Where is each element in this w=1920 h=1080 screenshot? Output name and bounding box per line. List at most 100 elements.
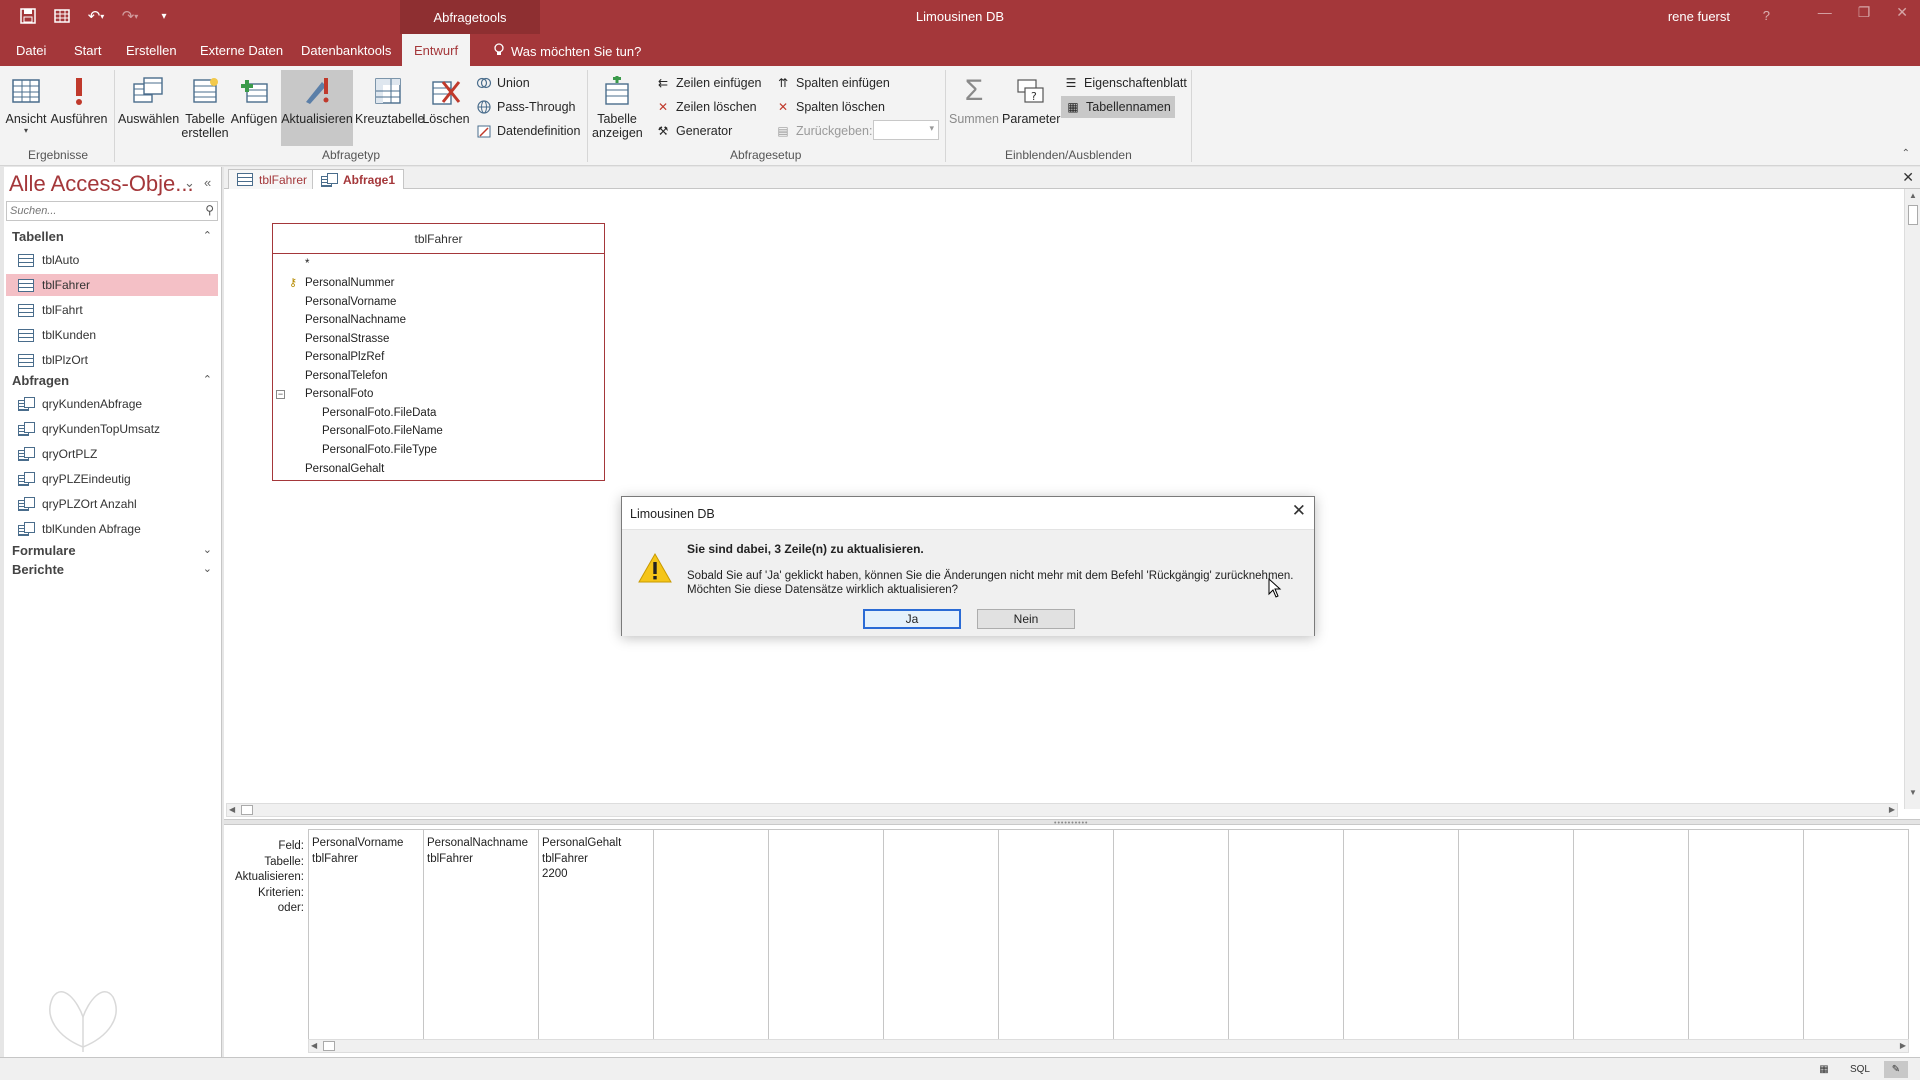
scroll-up-icon[interactable]: ▲ <box>1909 191 1917 200</box>
nav-group-tabellen[interactable]: Tabellen ⌃ <box>12 229 212 244</box>
grid-column-empty[interactable] <box>999 830 1114 1040</box>
field-personalnummer[interactable]: PersonalNummer <box>305 277 394 289</box>
redo-icon[interactable]: ↷ ▾ <box>120 6 140 26</box>
search-icon[interactable]: ⚲ <box>205 203 214 217</box>
undo-icon[interactable]: ↶ ▾ <box>86 6 106 26</box>
ja-button[interactable]: Ja <box>863 609 961 629</box>
datasheet-view-icon[interactable]: ▦ <box>1812 1061 1836 1078</box>
grid-horizontal-scrollbar[interactable]: ◀ ▶ <box>308 1039 1909 1053</box>
nav-menu-chevron-icon[interactable]: ⌄ <box>184 175 195 191</box>
scroll-right-icon[interactable]: ▶ <box>1889 805 1895 814</box>
generator-button[interactable]: ⚒ Generator <box>655 123 733 139</box>
eigenschaftenblatt-button[interactable]: ☰ Eigenschaftenblatt <box>1063 75 1187 91</box>
pass-through-button[interactable]: Pass-Through <box>476 99 576 115</box>
restore-icon[interactable]: ❐ <box>1858 4 1871 21</box>
grid-column-empty[interactable] <box>769 830 884 1040</box>
nav-item-tblfahrt[interactable]: tblFahrt <box>6 299 218 321</box>
auswaehlen-button[interactable]: Auswählen <box>118 74 179 126</box>
scroll-left-icon[interactable]: ◀ <box>229 805 235 814</box>
tab-entwurf[interactable]: Entwurf <box>402 34 471 66</box>
upper-vertical-scrollbar[interactable]: ▲ ▼ <box>1904 189 1920 809</box>
aktualisieren-button[interactable]: Aktualisieren <box>281 70 353 146</box>
grid-cell-aktualisieren[interactable]: 2200 <box>539 867 653 883</box>
tab-start[interactable]: Start <box>62 34 113 66</box>
nav-item-qryortplz[interactable]: qryOrtPLZ <box>6 443 218 465</box>
zurueckgeben-combo[interactable] <box>873 120 939 140</box>
tabelle-erstellen-button[interactable]: Tabelle erstellen <box>180 74 230 140</box>
scroll-thumb[interactable] <box>1908 205 1918 225</box>
grid-cell-feld[interactable]: PersonalVorname <box>309 836 423 852</box>
doc-tab-abfrage1[interactable]: Abfrage1 <box>312 169 405 189</box>
upper-horizontal-scrollbar[interactable]: ◀ ▶ <box>226 803 1898 817</box>
field-personalfoto-filename[interactable]: PersonalFoto.FileName <box>322 425 443 437</box>
field-asterisk[interactable]: * <box>305 258 309 270</box>
union-button[interactable]: Union <box>476 75 530 91</box>
grid-column-empty[interactable] <box>1804 830 1904 1040</box>
datendefinition-button[interactable]: Datendefinition <box>476 123 580 139</box>
grid-column[interactable]: PersonalNachname tblFahrer <box>424 830 539 1040</box>
grid-cell-tabelle[interactable]: tblFahrer <box>539 852 653 868</box>
grid-cell-tabelle[interactable]: tblFahrer <box>309 852 423 868</box>
field-personalplzref[interactable]: PersonalPlzRef <box>305 351 384 363</box>
grid-cell-tabelle[interactable]: tblFahrer <box>424 852 538 868</box>
parameter-button[interactable]: ? Parameter <box>1002 74 1060 126</box>
nein-button[interactable]: Nein <box>977 609 1075 629</box>
zeilen-loeschen-button[interactable]: ✕ Zeilen löschen <box>655 99 757 115</box>
field-personalfoto-filedata[interactable]: PersonalFoto.FileData <box>322 407 436 419</box>
scroll-thumb[interactable] <box>241 805 253 815</box>
grid-column-empty[interactable] <box>654 830 769 1040</box>
ansicht-button[interactable]: Ansicht ▾ <box>4 74 48 135</box>
close-document-icon[interactable]: ✕ <box>1902 169 1914 186</box>
field-personalnachname[interactable]: PersonalNachname <box>305 314 406 326</box>
scroll-down-icon[interactable]: ▼ <box>1909 788 1917 797</box>
anfuegen-button[interactable]: Anfügen <box>230 74 278 126</box>
zeilen-einfuegen-button[interactable]: ⇇ Zeilen einfügen <box>655 75 762 91</box>
field-personaltelefon[interactable]: PersonalTelefon <box>305 370 387 382</box>
tab-erstellen[interactable]: Erstellen <box>114 34 189 66</box>
nav-search-input[interactable] <box>7 202 187 220</box>
nav-item-tblauto[interactable]: tblAuto <box>6 249 218 271</box>
summen-button[interactable]: Σ Summen <box>948 74 1000 126</box>
nav-collapse-icon[interactable]: « <box>204 175 211 190</box>
scroll-left-icon[interactable]: ◀ <box>311 1041 317 1050</box>
grid-column-empty[interactable] <box>1459 830 1574 1040</box>
grid-cell-aktualisieren[interactable] <box>309 867 423 883</box>
user-name[interactable]: rene fuerst <box>1668 9 1730 24</box>
nav-item-qrykundenabfrage[interactable]: qryKundenAbfrage <box>6 393 218 415</box>
close-window-icon[interactable]: ✕ <box>1896 4 1908 21</box>
customize-qat-icon[interactable]: ▾ <box>154 6 174 26</box>
grid-cell-aktualisieren[interactable] <box>424 867 538 883</box>
tabelle-anzeigen-button[interactable]: Tabelle anzeigen <box>592 74 643 140</box>
grid-column[interactable]: PersonalGehalt tblFahrer 2200 <box>539 830 654 1040</box>
ausfuehren-button[interactable]: Ausführen <box>50 74 108 126</box>
field-personalvorname[interactable]: PersonalVorname <box>305 296 396 308</box>
kreuztabelle-button[interactable]: Kreuztabelle <box>355 74 425 126</box>
tab-externe-daten[interactable]: Externe Daten <box>188 34 295 66</box>
nav-item-qryplzort-anzahl[interactable]: qryPLZOrt Anzahl <box>6 493 218 515</box>
save-icon[interactable] <box>18 6 38 26</box>
loeschen-button[interactable]: Löschen <box>422 74 470 126</box>
spalten-einfuegen-button[interactable]: ⇈ Spalten einfügen <box>775 75 890 91</box>
field-personalstrasse[interactable]: PersonalStrasse <box>305 333 389 345</box>
nav-item-qryplzeindeutig[interactable]: qryPLZEindeutig <box>6 468 218 490</box>
grid-column-empty[interactable] <box>1574 830 1689 1040</box>
collapse-ribbon-icon[interactable]: ⌃ <box>1902 148 1910 159</box>
nav-item-tblfahrer[interactable]: tblFahrer <box>6 274 218 296</box>
design-view-icon[interactable]: ✎ <box>1884 1061 1908 1078</box>
datasheet-icon[interactable] <box>52 6 72 26</box>
nav-item-tblplzort[interactable]: tblPlzOrt <box>6 349 218 371</box>
grid-column-empty[interactable] <box>1344 830 1459 1040</box>
help-button[interactable]: ? <box>1763 8 1770 23</box>
field-personalgehalt[interactable]: PersonalGehalt <box>305 463 384 475</box>
nav-title[interactable]: Alle Access-Obje... <box>9 171 194 197</box>
grid-column-empty[interactable] <box>1229 830 1344 1040</box>
dialog-close-icon[interactable]: ✕ <box>1292 501 1306 521</box>
sql-view-button[interactable]: SQL <box>1848 1061 1872 1078</box>
grid-column-empty[interactable] <box>1689 830 1804 1040</box>
doc-tab-tblfahrer[interactable]: tblFahrer <box>228 169 317 189</box>
nav-group-formulare[interactable]: Formulare ⌄ <box>12 543 212 558</box>
grid-cell-feld[interactable]: PersonalNachname <box>424 836 538 852</box>
nav-item-qrykundentopumsatz[interactable]: qryKundenTopUmsatz <box>6 418 218 440</box>
field-list-tblfahrer[interactable]: tblFahrer * ⚷ PersonalNummer PersonalVor… <box>272 223 605 481</box>
tab-datenbanktools[interactable]: Datenbanktools <box>289 34 403 66</box>
